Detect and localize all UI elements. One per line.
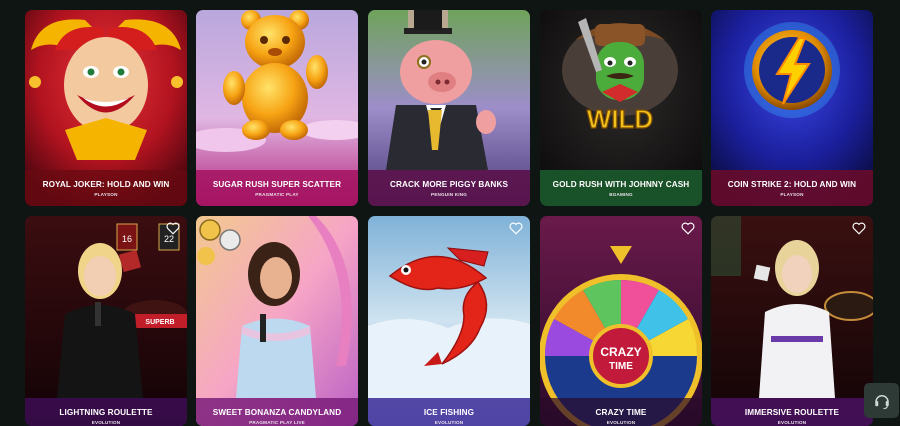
game-caption: SUGAR RUSH SUPER SCATTER PRAGMATIC PLAY [196, 170, 358, 206]
game-provider: BGAMING [609, 191, 633, 197]
heart-icon[interactable] [509, 222, 523, 235]
game-provider: EVOLUTION [606, 419, 636, 425]
superbet-art-text: SUPERB [145, 319, 174, 326]
lightning-roulette-artwork: 16 22 SUPERB [25, 216, 187, 426]
game-caption: GOLD RUSH WITH JOHNNY CASH BGAMING [540, 170, 702, 206]
game-title: ROYAL JOKER: HOLD AND WIN [42, 179, 170, 189]
crazy-art-text: CRAZY [600, 345, 641, 359]
game-caption: COIN STRIKE 2: HOLD AND WIN PLAYSON [711, 170, 873, 206]
game-provider: EVOLUTION [91, 419, 121, 425]
heart-icon[interactable] [852, 222, 866, 235]
game-provider: PLAYSON [780, 191, 804, 197]
game-title: SUGAR RUSH SUPER SCATTER [212, 179, 342, 189]
game-provider: PRAGMATIC PLAY LIVE [249, 419, 305, 425]
heart-icon[interactable] [166, 222, 180, 235]
svg-text:22: 22 [164, 234, 174, 244]
wild-art-text: WILD [587, 104, 653, 134]
game-provider: EVOLUTION [777, 419, 807, 425]
game-title: CRAZY TIME [595, 407, 647, 417]
crazy-time-artwork: CRAZY TIME [540, 216, 702, 426]
heart-icon[interactable] [681, 222, 695, 235]
time-art-text: TIME [609, 361, 633, 372]
game-caption: ROYAL JOKER: HOLD AND WIN PLAYSON [25, 170, 187, 206]
game-caption: LIGHTNING ROULETTE EVOLUTION [25, 398, 187, 426]
game-provider: PLAYSON [94, 191, 118, 197]
game-card-coin-strike-2[interactable]: COIN STRIKE 2: HOLD AND WIN PLAYSON [711, 10, 873, 206]
game-title: ICE FISHING [423, 407, 475, 417]
game-title: SWEET BONANZA CANDYLAND [212, 407, 342, 417]
game-grid: ROYAL JOKER: HOLD AND WIN PLAYSON SUGAR … [0, 0, 900, 426]
game-provider: PRAGMATIC PLAY [255, 191, 299, 197]
game-card-ice-fishing[interactable]: ICE FISHING EVOLUTION [368, 216, 530, 426]
game-card-crack-more-piggy-banks[interactable]: CRACK MORE PIGGY BANKS PENGUIN KING [368, 10, 530, 206]
support-chat-button[interactable] [864, 383, 899, 418]
headset-icon [874, 394, 889, 409]
svg-text:16: 16 [122, 234, 132, 244]
game-card-crazy-time[interactable]: CRAZY TIME CRAZY TIME EVOLUTION [540, 216, 702, 426]
game-title: CRACK MORE PIGGY BANKS [389, 179, 509, 189]
game-provider: PENGUIN KING [430, 191, 468, 197]
ice-fishing-artwork [368, 216, 530, 426]
game-caption: IMMERSIVE ROULETTE EVOLUTION [711, 398, 873, 426]
immersive-roulette-artwork [711, 216, 873, 426]
game-card-sweet-bonanza-candyland[interactable]: SWEET BONANZA CANDYLAND PRAGMATIC PLAY L… [196, 216, 358, 426]
game-caption: CRAZY TIME EVOLUTION [540, 398, 702, 426]
game-card-sugar-rush[interactable]: SUGAR RUSH SUPER SCATTER PRAGMATIC PLAY [196, 10, 358, 206]
game-title: LIGHTNING ROULETTE [59, 407, 153, 417]
game-card-royal-joker[interactable]: ROYAL JOKER: HOLD AND WIN PLAYSON [25, 10, 187, 206]
game-card-immersive-roulette[interactable]: IMMERSIVE ROULETTE EVOLUTION [711, 216, 873, 426]
game-title: GOLD RUSH WITH JOHNNY CASH [552, 179, 690, 189]
game-caption: ICE FISHING EVOLUTION [368, 398, 530, 426]
sweet-bonanza-artwork [196, 216, 358, 426]
game-title: IMMERSIVE ROULETTE [744, 407, 840, 417]
game-caption: CRACK MORE PIGGY BANKS PENGUIN KING [368, 170, 530, 206]
game-card-lightning-roulette[interactable]: 16 22 SUPERB LIGHTNING ROULETTE EVOLUTIO… [25, 216, 187, 426]
game-provider: EVOLUTION [434, 419, 464, 425]
game-caption: SWEET BONANZA CANDYLAND PRAGMATIC PLAY L… [196, 398, 358, 426]
game-card-gold-rush-johnny-cash[interactable]: WILD GOLD RUSH WITH JOHNNY CASH BGAMING [540, 10, 702, 206]
game-title: COIN STRIKE 2: HOLD AND WIN [727, 179, 857, 189]
